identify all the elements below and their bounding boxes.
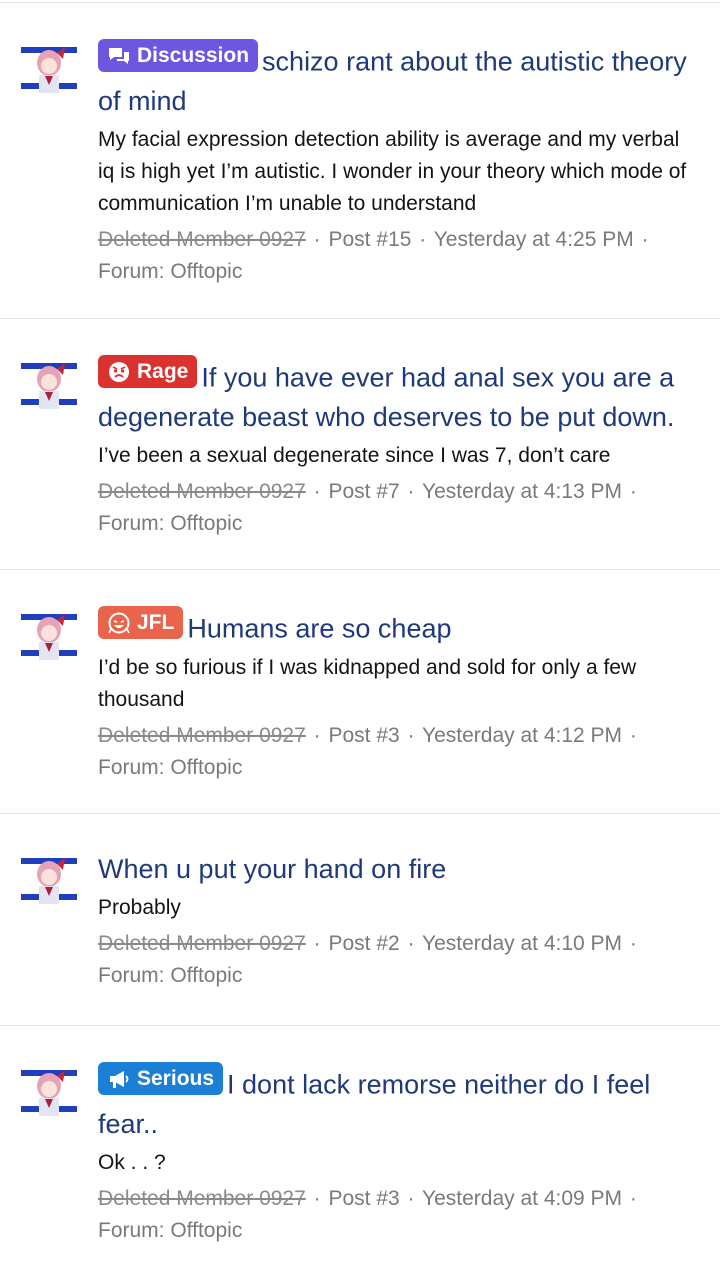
post-snippet: Probably bbox=[98, 896, 181, 919]
prefix-badge-serious[interactable]: Serious bbox=[98, 1062, 224, 1095]
username-link[interactable]: Deleted Member 0927 bbox=[98, 724, 306, 747]
username-link[interactable]: Deleted Member 0927 bbox=[98, 1187, 306, 1210]
list-item: Discussion schizo rant about the autisti… bbox=[0, 3, 720, 319]
post-meta: Deleted Member 0927 · Post #15 · Yesterd… bbox=[98, 224, 700, 288]
separator: · bbox=[313, 479, 321, 503]
username-link[interactable]: Deleted Member 0927 bbox=[98, 932, 306, 955]
separator: · bbox=[407, 479, 415, 503]
post-snippet: Ok . . ? bbox=[98, 1150, 166, 1174]
prefix-label: Rage bbox=[137, 360, 189, 383]
prefix-badge-rage[interactable]: Rage bbox=[98, 355, 198, 388]
avatar[interactable] bbox=[21, 854, 77, 906]
post-snippet: My facial expression detection ability i… bbox=[98, 127, 687, 215]
prefix-badge-jfl[interactable]: JFL bbox=[98, 606, 184, 639]
megaphone-icon bbox=[110, 1070, 129, 1088]
separator: · bbox=[629, 479, 637, 503]
title-text[interactable]: When u put your hand on fire bbox=[98, 854, 446, 884]
separator: · bbox=[419, 227, 427, 251]
prefix-label: Discussion bbox=[137, 44, 250, 67]
post-number[interactable]: Post #2 bbox=[328, 932, 399, 955]
post-time: Yesterday at 4:13 PM bbox=[422, 479, 623, 503]
post-time: Yesterday at 4:09 PM bbox=[422, 1186, 623, 1210]
avatar[interactable] bbox=[21, 359, 77, 411]
forum-link[interactable]: Forum: Offtopic bbox=[98, 512, 242, 535]
post-snippet: I’ve been a sexual degenerate since I wa… bbox=[98, 443, 611, 467]
username-link[interactable]: Deleted Member 0927 bbox=[98, 228, 306, 251]
thread-title[interactable]: Rage If you have ever had anal sex you a… bbox=[98, 355, 700, 437]
separator: · bbox=[313, 932, 321, 955]
post-meta: Deleted Member 0927 · Post #2 · Yesterda… bbox=[98, 928, 700, 992]
post-meta: Deleted Member 0927 · Post #3 · Yesterda… bbox=[98, 720, 700, 784]
post-meta: Deleted Member 0927 · Post #3 · Yesterda… bbox=[98, 1183, 700, 1247]
search-results-list: Discussion schizo rant about the autisti… bbox=[0, 2, 720, 1256]
thread-title[interactable]: JFL Humans are so cheap bbox=[98, 606, 700, 649]
separator: · bbox=[629, 723, 637, 747]
prefix-badge-discussion[interactable]: Discussion bbox=[98, 39, 259, 72]
post-number[interactable]: Post #7 bbox=[328, 480, 399, 503]
forum-link[interactable]: Forum: Offtopic bbox=[98, 1219, 242, 1242]
separator: · bbox=[629, 1186, 637, 1210]
avatar[interactable] bbox=[21, 610, 77, 662]
separator: · bbox=[313, 1186, 321, 1210]
forum-link[interactable]: Forum: Offtopic bbox=[98, 260, 242, 283]
post-snippet: I’d be so furious if I was kidnapped and… bbox=[98, 655, 637, 711]
forum-link[interactable]: Forum: Offtopic bbox=[98, 964, 242, 987]
avatar[interactable] bbox=[21, 43, 77, 95]
post-number[interactable]: Post #15 bbox=[328, 228, 411, 251]
list-item: Serious I dont lack remorse neither do I… bbox=[0, 1026, 720, 1256]
title-text[interactable]: Humans are so cheap bbox=[187, 614, 451, 644]
post-number[interactable]: Post #3 bbox=[328, 1187, 399, 1210]
separator: · bbox=[313, 723, 321, 747]
thread-title[interactable]: Discussion schizo rant about the autisti… bbox=[98, 39, 700, 121]
post-time: Yesterday at 4:10 PM bbox=[422, 932, 623, 955]
separator: · bbox=[407, 723, 415, 747]
prefix-label: Serious bbox=[137, 1067, 215, 1090]
prefix-label: JFL bbox=[137, 611, 175, 634]
post-number[interactable]: Post #3 bbox=[328, 724, 399, 747]
thread-title[interactable]: When u put your hand on fire bbox=[98, 850, 700, 889]
separator: · bbox=[407, 932, 415, 955]
separator: · bbox=[629, 932, 637, 955]
username-link[interactable]: Deleted Member 0927 bbox=[98, 480, 306, 503]
post-time: Yesterday at 4:25 PM bbox=[433, 227, 634, 251]
list-item: When u put your hand on fire Probably De… bbox=[0, 814, 720, 1026]
avatar[interactable] bbox=[21, 1066, 77, 1118]
separator: · bbox=[641, 227, 649, 251]
thread-title[interactable]: Serious I dont lack remorse neither do I… bbox=[98, 1062, 700, 1144]
post-meta: Deleted Member 0927 · Post #7 · Yesterda… bbox=[98, 476, 700, 540]
laughing-face-icon bbox=[108, 612, 130, 633]
forum-link[interactable]: Forum: Offtopic bbox=[98, 756, 242, 779]
angry-face-icon bbox=[109, 361, 129, 382]
post-time: Yesterday at 4:12 PM bbox=[422, 723, 623, 747]
separator: · bbox=[407, 1186, 415, 1210]
comments-icon bbox=[109, 47, 129, 64]
separator: · bbox=[313, 227, 321, 251]
list-item: JFL Humans are so cheap I’d be so furiou… bbox=[0, 570, 720, 814]
list-item: Rage If you have ever had anal sex you a… bbox=[0, 319, 720, 570]
